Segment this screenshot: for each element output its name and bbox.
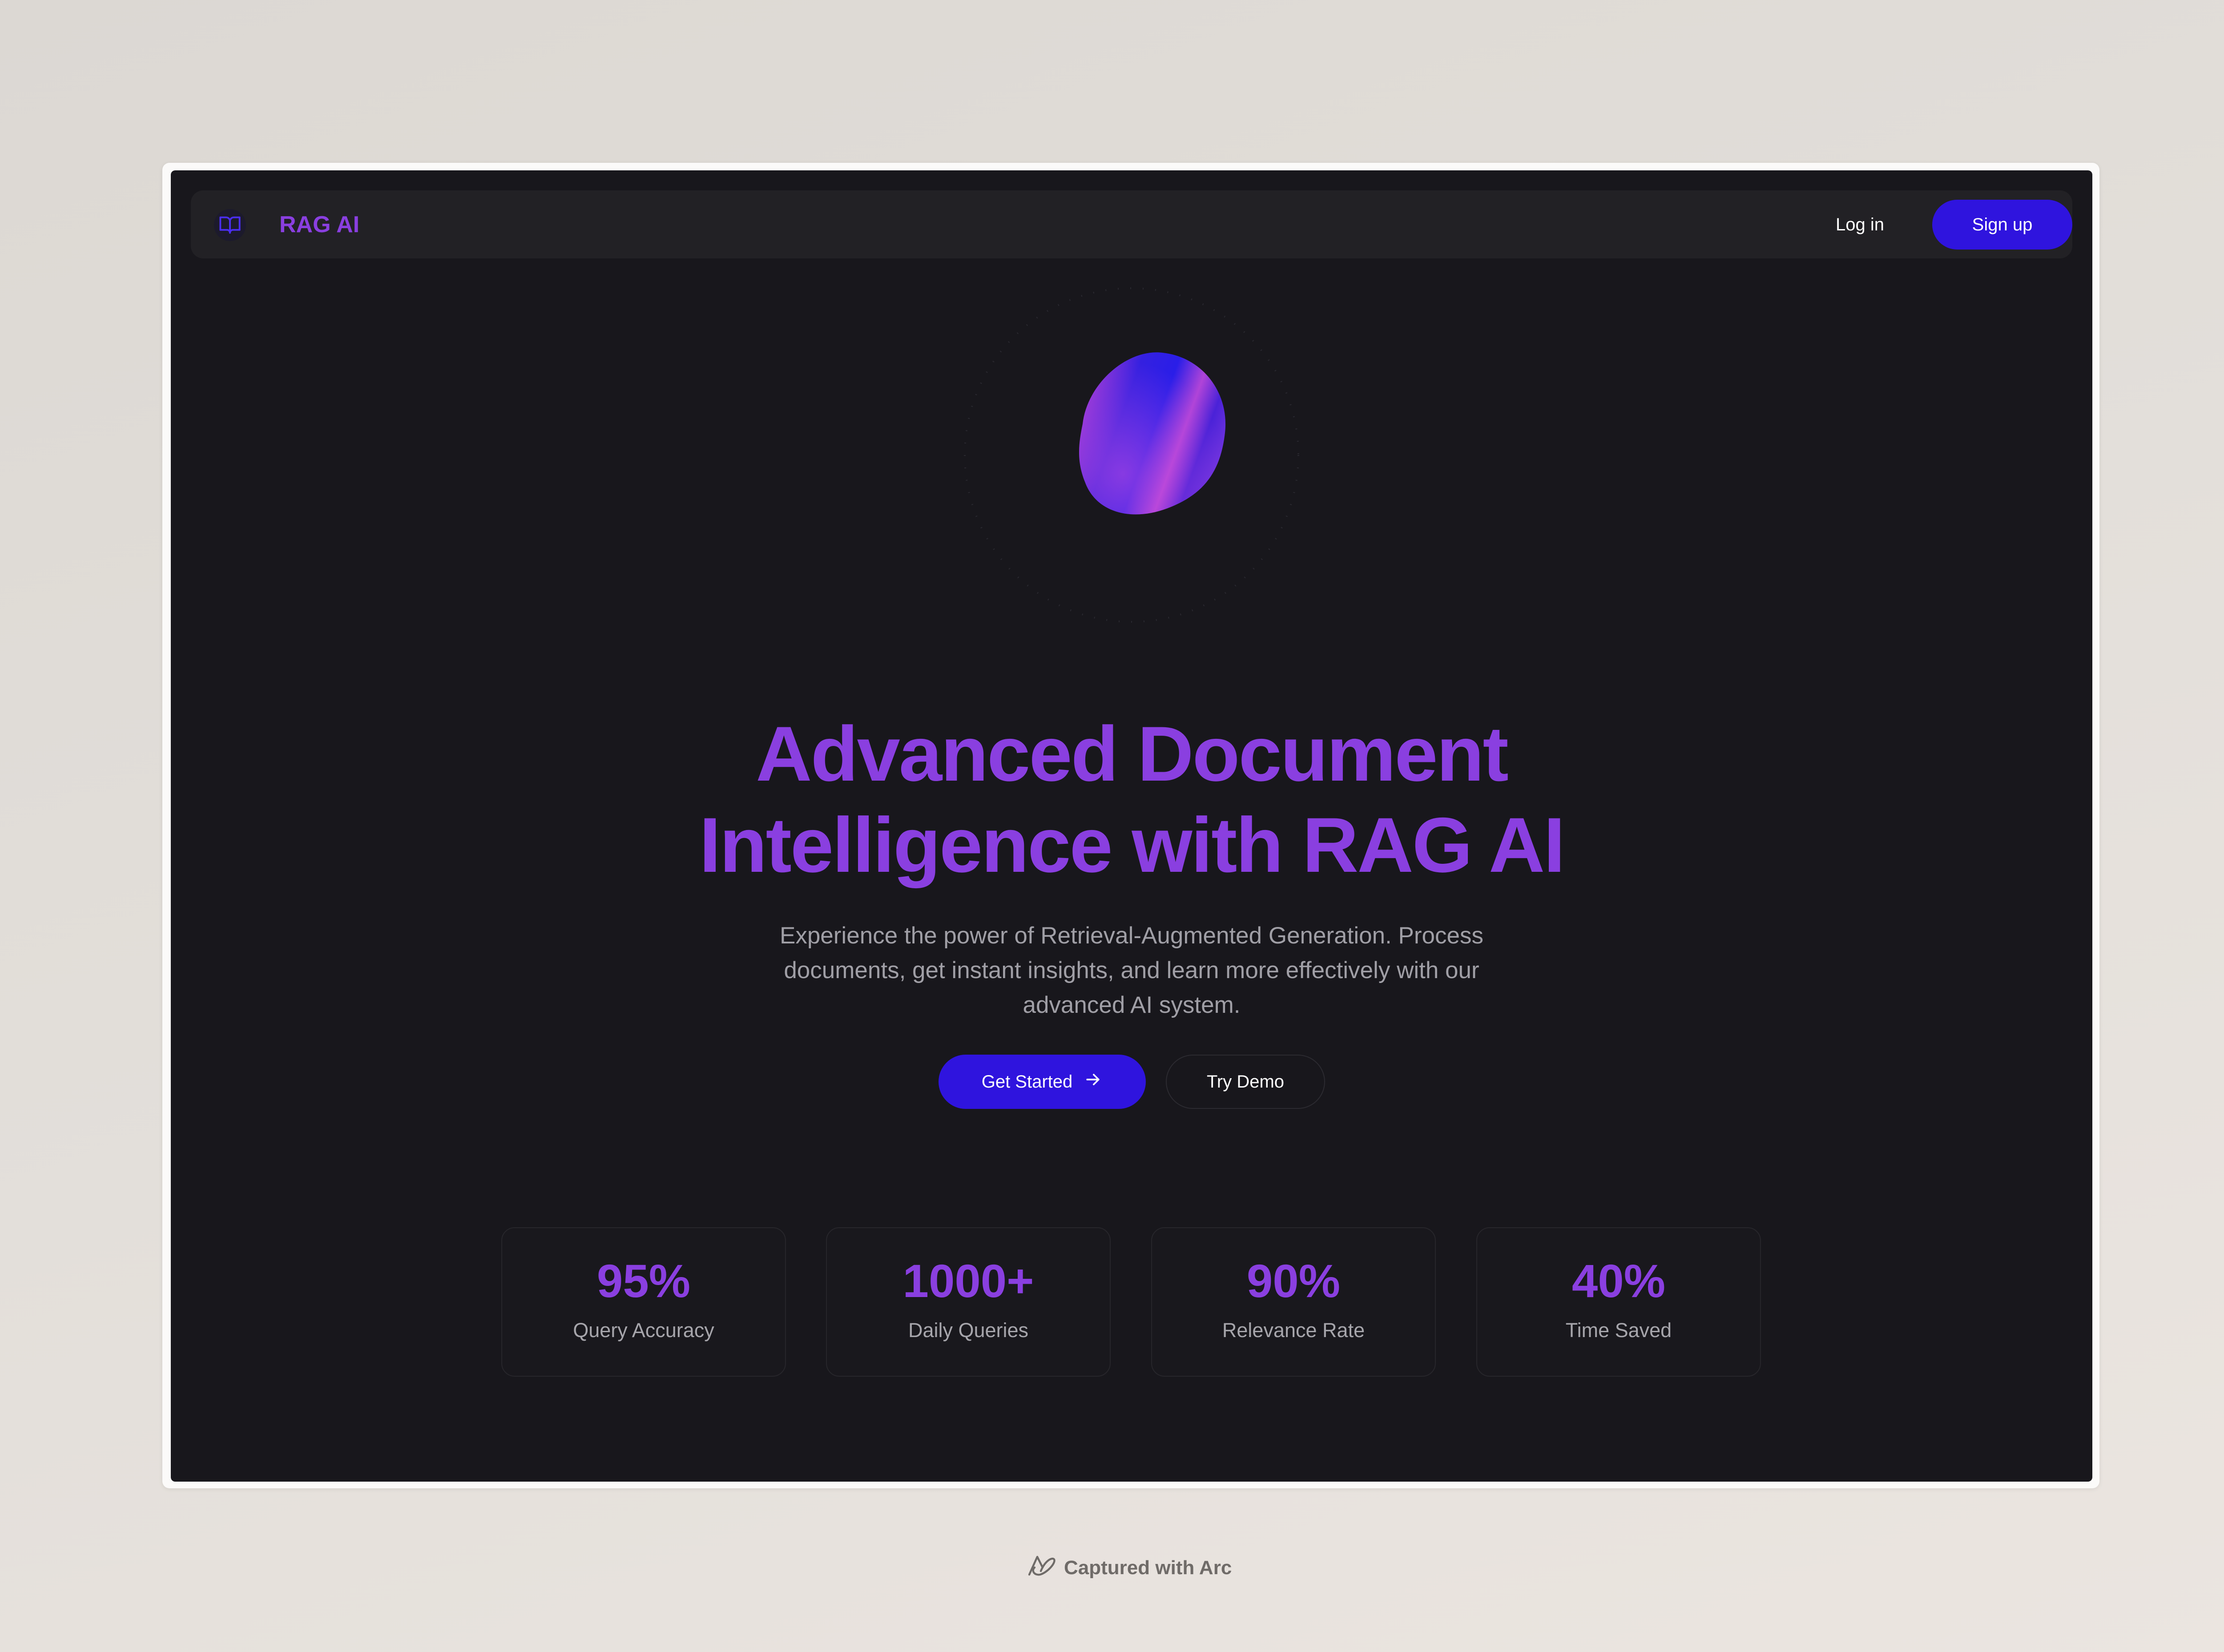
hero-headline: Advanced Document Intelligence with RAG … <box>331 709 1932 891</box>
stat-value: 90% <box>1246 1255 1341 1307</box>
hero-blob-illustration <box>936 259 1327 651</box>
stat-card-daily-queries: 1000+ Daily Queries <box>826 1227 1111 1377</box>
hero-subtitle: Experience the power of Retrieval-Augmen… <box>779 923 1483 1018</box>
stat-card-relevance-rate: 90% Relevance Rate <box>1151 1227 1436 1377</box>
headline-line-2: Intelligence with RAG AI <box>699 802 1565 889</box>
login-link[interactable]: Log in <box>1836 211 1884 238</box>
signup-button[interactable]: Sign up <box>1932 200 2072 250</box>
headline-line-1: Advanced Document <box>756 711 1509 798</box>
arrow-right-icon <box>1083 1070 1103 1094</box>
try-demo-button[interactable]: Try Demo <box>1166 1055 1325 1109</box>
stat-card-time-saved: 40% Time Saved <box>1476 1227 1761 1377</box>
captured-text: Captured with Arc <box>1064 1557 1232 1579</box>
stat-label: Relevance Rate <box>1222 1319 1365 1342</box>
browser-window: RAG AI Log in Sign up Advanced Document … <box>171 170 2092 1482</box>
stat-label: Daily Queries <box>908 1319 1029 1342</box>
stat-value: 95% <box>596 1255 691 1307</box>
stat-label: Time Saved <box>1565 1319 1672 1342</box>
stat-value: 1000+ <box>902 1255 1034 1307</box>
stat-card-query-accuracy: 95% Query Accuracy <box>501 1227 786 1377</box>
book-open-icon[interactable] <box>214 209 246 241</box>
captured-with-arc: Captured with Arc <box>1026 1552 1232 1584</box>
brand-name[interactable]: RAG AI <box>279 210 359 239</box>
arc-logo-icon <box>1026 1551 1058 1585</box>
get-started-button[interactable]: Get Started <box>939 1055 1146 1109</box>
stat-value: 40% <box>1571 1255 1666 1307</box>
stat-label: Query Accuracy <box>573 1319 714 1342</box>
get-started-label: Get Started <box>981 1072 1073 1092</box>
navbar: RAG AI Log in Sign up <box>191 190 2072 258</box>
